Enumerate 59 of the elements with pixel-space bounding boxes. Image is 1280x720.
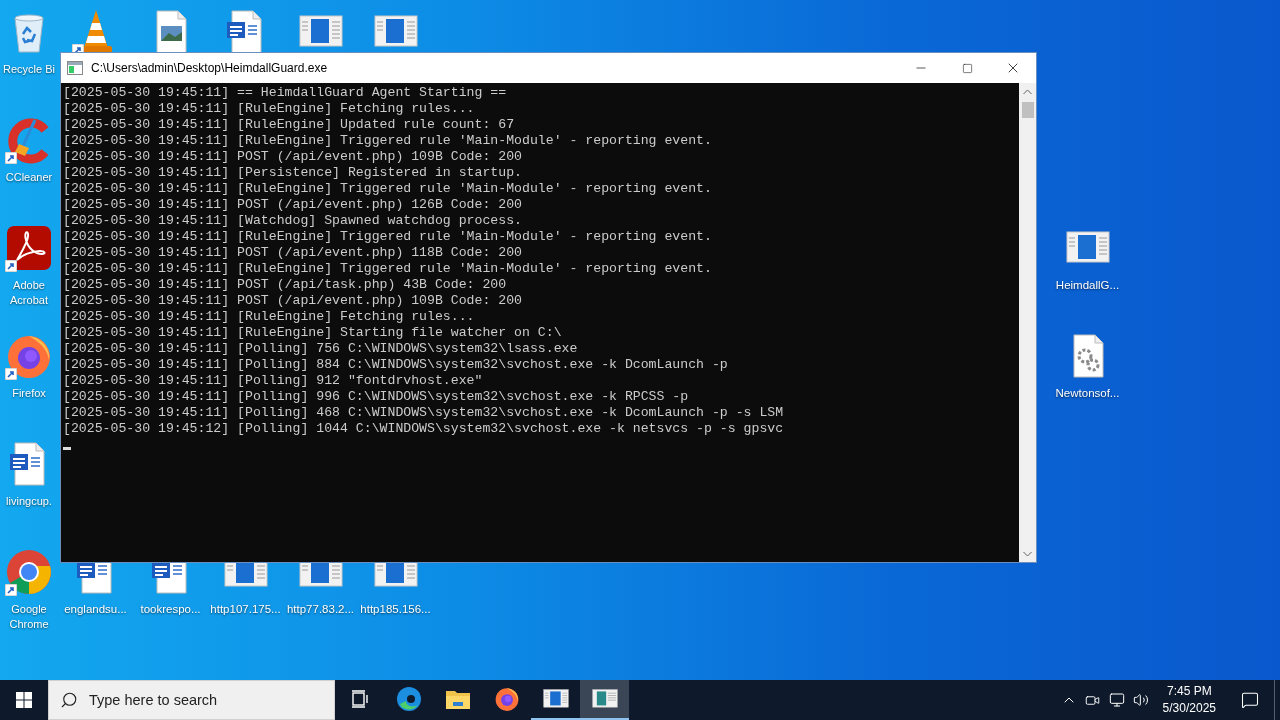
console-line: [2025-05-30 19:45:11] [Polling] 756 C:\WINDOWS\system32\lsass.exe bbox=[63, 341, 579, 357]
shortcut-arrow-icon bbox=[5, 152, 17, 164]
console-line: [2025-05-30 19:45:11] POST (/api/event.php) 109B Code: 200 bbox=[63, 149, 523, 165]
firefox-icon bbox=[493, 686, 520, 712]
shortcut-arrow-icon bbox=[5, 368, 17, 380]
desktop-icon-label[interactable]: Adobe Acrobat bbox=[2, 278, 56, 308]
desktop-icon-label[interactable]: Recycle Bi bbox=[3, 62, 55, 77]
maximize-icon bbox=[961, 62, 973, 74]
console-line: [2025-05-30 19:45:11] [RuleEngine] Triggered rule 'Main-Module' - reporting event. bbox=[63, 229, 713, 245]
desktop-icon-label[interactable]: CCleaner bbox=[5, 170, 53, 185]
notification-icon bbox=[1241, 691, 1259, 709]
clock-time: 7:45 PM bbox=[1166, 683, 1212, 700]
desktop-icon-label[interactable]: livingcup. bbox=[6, 494, 52, 509]
console-line: [2025-05-30 19:45:11] [RuleEngine] Updated rule count: 67 bbox=[63, 117, 516, 133]
desktop-icon-label[interactable]: http107.175... bbox=[210, 602, 281, 617]
desktop-icon-label[interactable]: Firefox bbox=[12, 386, 46, 401]
taskbar-app-button[interactable] bbox=[580, 680, 629, 720]
text-cursor bbox=[63, 447, 71, 450]
console-line: [2025-05-30 19:45:11] POST (/api/event.php) 126B Code: 200 bbox=[63, 197, 523, 213]
console-line: [2025-05-30 19:45:11] [Persistence] Registered in startup. bbox=[63, 165, 523, 181]
console-line: [2025-05-30 19:45:11] [Polling] 884 C:\WINDOWS\system32\svchost.exe -k DcomLaunch -p bbox=[63, 357, 729, 373]
console-line: [2025-05-30 19:45:11] [RuleEngine] Triggered rule 'Main-Module' - reporting event. bbox=[63, 181, 713, 197]
console-line: [2025-05-30 19:45:11] [Polling] 996 C:\WINDOWS\system32\svchost.exe -k RPCSS -p bbox=[63, 389, 690, 405]
console-line: [2025-05-30 19:45:11] [RuleEngine] Starting file watcher on C:\ bbox=[63, 325, 563, 341]
console-line: [2025-05-30 19:45:12] [Polling] 1044 C:\WINDOWS\system32\svchost.exe -k netsvcs -p -s gpsvc bbox=[63, 421, 785, 437]
network-icon bbox=[1108, 692, 1125, 708]
desktop-icon-label[interactable]: tookrespo... bbox=[140, 602, 201, 617]
edge-browser-icon bbox=[395, 686, 422, 712]
console-line: [2025-05-30 19:45:11] [Polling] 912 "fontdrvhost.exe" bbox=[63, 373, 484, 389]
search-icon bbox=[60, 691, 78, 709]
clock[interactable]: 7:45 PM 5/30/2025 bbox=[1152, 680, 1226, 720]
speaker-icon bbox=[1132, 692, 1149, 708]
console-app-icon bbox=[67, 61, 83, 75]
desktop-icon-label[interactable]: http185.156... bbox=[360, 602, 431, 617]
folder-icon bbox=[444, 688, 471, 710]
clock-date: 5/30/2025 bbox=[1162, 700, 1216, 717]
desktop-icon-label[interactable]: Google Chrome bbox=[2, 602, 56, 632]
window-title: C:\Users\admin\Desktop\HeimdallGuard.exe bbox=[91, 61, 329, 75]
windows-logo-icon bbox=[16, 692, 32, 708]
desktop-icon-label[interactable]: http77.83.2... bbox=[286, 602, 355, 617]
scroll-thumb[interactable] bbox=[1021, 102, 1034, 118]
search-field[interactable]: Type here to search bbox=[48, 680, 335, 720]
console-line: [2025-05-30 19:45:11] [Watchdog] Spawned watchdog process. bbox=[63, 213, 523, 229]
console-line: [2025-05-30 19:45:11] [RuleEngine] Triggered rule 'Main-Module' - reporting event. bbox=[63, 261, 713, 277]
desktop-icon-label[interactable]: Newtonsof... bbox=[1055, 386, 1120, 401]
scrollbar[interactable] bbox=[1019, 83, 1036, 562]
shortcut-arrow-icon bbox=[5, 584, 17, 596]
console-line: [2025-05-30 19:45:11] [RuleEngine] Fetching rules... bbox=[63, 309, 476, 325]
task-view-icon bbox=[349, 689, 370, 709]
console-line: [2025-05-30 19:45:11] POST (/api/task.php) 43B Code: 200 bbox=[63, 277, 508, 293]
desktop-icon-label[interactable]: englandsu... bbox=[64, 602, 127, 617]
console-line: [2025-05-30 19:45:11] POST (/api/event.php) 109B Code: 200 bbox=[63, 293, 523, 309]
console-line: [2025-05-30 19:45:11] == HeimdallGuard Agent Starting == bbox=[63, 85, 508, 101]
console-line: [2025-05-30 19:45:11] [Polling] 468 C:\WINDOWS\system32\svchost.exe -k DcomLaunch -p -s LSM bbox=[63, 405, 785, 421]
console-line: [2025-05-30 19:45:11] [RuleEngine] Triggered rule 'Main-Module' - reporting event. bbox=[63, 133, 713, 149]
console-line: [2025-05-30 19:45:11] POST (/api/event.php) 118B Code: 200 bbox=[63, 245, 523, 261]
console-line: [2025-05-30 19:45:11] [RuleEngine] Fetching rules... bbox=[63, 101, 476, 117]
desktop-icon-label[interactable]: HeimdallG... bbox=[1055, 278, 1120, 293]
shortcut-arrow-icon bbox=[5, 260, 17, 272]
